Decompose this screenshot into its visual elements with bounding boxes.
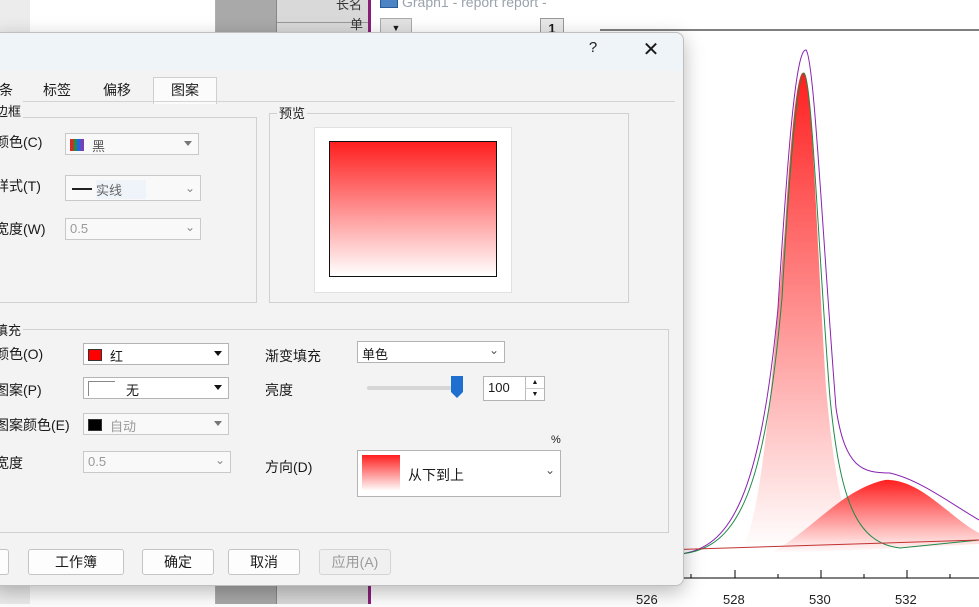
peak-fill-main bbox=[740, 72, 870, 551]
color-palette-icon bbox=[70, 139, 84, 151]
graph-window-icon bbox=[380, 0, 398, 8]
gradient-direction-icon bbox=[362, 455, 400, 491]
border-style-label: 样式(T) bbox=[0, 178, 41, 194]
brightness-label: 亮度 bbox=[265, 382, 293, 398]
tab-labels[interactable]: 标签 bbox=[29, 78, 85, 102]
graph-window-title: Graph1 - report report - bbox=[402, 0, 547, 10]
border-group-title: 边框 bbox=[0, 101, 24, 120]
brightness-value: 100 bbox=[488, 380, 510, 395]
pattern-width-value: 0.5 bbox=[88, 454, 107, 469]
border-style-value: 实线 bbox=[96, 180, 147, 199]
brightness-slider-thumb[interactable] bbox=[451, 376, 463, 398]
chevron-down-icon: ⌄ bbox=[184, 220, 195, 234]
pattern-width-label: 宽度 bbox=[0, 455, 23, 471]
x-tick-label: 530 bbox=[809, 592, 831, 607]
apply-button[interactable]: 应用(A) bbox=[319, 549, 391, 575]
direction-label: 方向(D) bbox=[265, 459, 313, 475]
chevron-down-icon: ⌄ bbox=[544, 463, 555, 477]
cancel-button[interactable]: 取消 bbox=[228, 549, 300, 575]
solid-line-icon bbox=[72, 188, 92, 190]
pattern-width-select[interactable]: 0.5 ⌄ bbox=[83, 451, 231, 473]
pattern-color-select[interactable]: 自动 bbox=[83, 413, 229, 435]
x-axis-ticks bbox=[647, 570, 951, 578]
pattern-value: 无 bbox=[126, 383, 140, 398]
tab-bar[interactable]: 条 bbox=[0, 78, 19, 102]
chevron-down-icon bbox=[214, 351, 222, 356]
preview-group-title: 预览 bbox=[277, 103, 308, 122]
tab-divider bbox=[0, 101, 675, 102]
chevron-down-icon bbox=[214, 385, 222, 390]
fill-color-value: 红 bbox=[110, 349, 124, 364]
spin-down-icon[interactable]: ▼ bbox=[525, 389, 544, 400]
fill-color-swatch bbox=[88, 349, 102, 361]
tab-offset[interactable]: 偏移 bbox=[89, 78, 145, 102]
fill-color-label: 颜色(O) bbox=[0, 346, 44, 362]
plot-details-dialog: ? ✕ 条 标签 偏移 图案 边框 颜色(C) 黑 样式(T) 实线 ⌄ 宽度(… bbox=[0, 32, 684, 586]
details-toggle-button[interactable] bbox=[0, 549, 9, 575]
gradient-fill-label: 渐变填充 bbox=[265, 348, 321, 364]
chevron-down-icon bbox=[214, 421, 222, 426]
pattern-color-label: 图案颜色(E) bbox=[0, 417, 70, 433]
brightness-slider-track[interactable] bbox=[367, 386, 463, 390]
direction-value: 从下到上 bbox=[408, 467, 464, 483]
x-tick-label: 528 bbox=[723, 592, 745, 607]
tab-pattern[interactable]: 图案 bbox=[153, 77, 217, 104]
close-button[interactable]: ✕ bbox=[638, 37, 664, 62]
border-width-label: 宽度(W) bbox=[0, 221, 46, 237]
x-tick-label: 526 bbox=[636, 592, 658, 607]
chevron-down-icon: ⌄ bbox=[214, 453, 225, 467]
workbook-button[interactable]: 工作簿 bbox=[28, 549, 124, 575]
pattern-label: 图案(P) bbox=[0, 382, 42, 398]
help-button[interactable]: ? bbox=[581, 39, 605, 56]
ok-button[interactable]: 确定 bbox=[142, 549, 214, 575]
chevron-down-icon: ⌄ bbox=[488, 343, 499, 357]
pattern-color-swatch bbox=[88, 419, 102, 431]
border-style-select[interactable]: 实线 ⌄ bbox=[65, 175, 201, 201]
fill-color-select[interactable]: 红 bbox=[83, 343, 229, 365]
brightness-unit: % bbox=[551, 434, 561, 446]
border-width-value: 0.5 bbox=[70, 221, 89, 236]
border-color-label: 颜色(C) bbox=[0, 134, 43, 150]
gradient-fill-value: 单色 bbox=[362, 347, 389, 362]
pattern-color-value: 自动 bbox=[110, 419, 137, 434]
fill-group-title: 填充 bbox=[0, 320, 24, 339]
gradient-fill-select[interactable]: 单色 ⌄ bbox=[357, 341, 505, 363]
chevron-down-icon: ⌄ bbox=[184, 181, 195, 195]
border-width-select[interactable]: 0.5 ⌄ bbox=[65, 218, 201, 240]
pattern-select[interactable]: 无 bbox=[83, 377, 229, 399]
border-color-select[interactable]: 黑 bbox=[65, 133, 199, 155]
direction-select[interactable]: 从下到上 ⌄ bbox=[357, 450, 561, 497]
brightness-spinbox[interactable]: 100 ▲ ▼ bbox=[483, 376, 545, 401]
x-tick-label: 532 bbox=[895, 592, 917, 607]
column-header-long-name: 长名 bbox=[336, 0, 363, 12]
preview-fill-swatch bbox=[329, 141, 497, 277]
border-color-value: 黑 bbox=[92, 139, 106, 154]
column-header-units: 单 bbox=[350, 17, 364, 32]
no-pattern-icon bbox=[88, 381, 115, 396]
chevron-down-icon bbox=[184, 141, 192, 146]
spin-up-icon[interactable]: ▲ bbox=[525, 377, 544, 389]
